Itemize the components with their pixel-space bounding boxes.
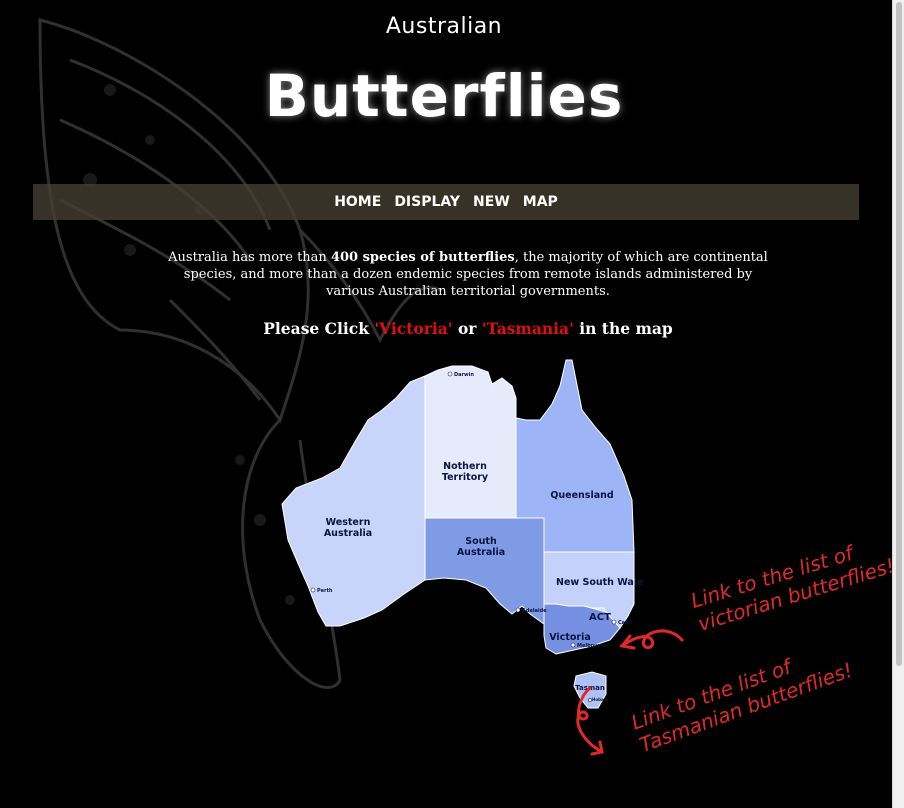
city-dot-melbourne bbox=[570, 642, 576, 648]
map-region-northern-territory[interactable] bbox=[424, 365, 517, 519]
main-nav: HOME DISPLAY NEW MAP bbox=[33, 184, 859, 220]
tasmania-arrowhead bbox=[590, 740, 604, 756]
label-tas: Tasman bbox=[575, 684, 605, 692]
city-adelaide: Adelaide bbox=[522, 608, 547, 614]
intro-text-bold: 400 species of butterflies bbox=[330, 250, 515, 265]
city-dot-adelaide bbox=[515, 607, 521, 613]
nav-map-link[interactable]: MAP bbox=[523, 194, 558, 210]
label-wa-line2: Australia bbox=[324, 528, 372, 539]
tasmania-text-link[interactable]: 'Tasmania' bbox=[482, 319, 574, 338]
intro-text-start: Australia has more than bbox=[168, 250, 331, 265]
nav-new-link[interactable]: NEW bbox=[473, 194, 510, 210]
label-nt-line1: Nothern bbox=[443, 461, 487, 472]
instruction-middle: or bbox=[452, 319, 482, 338]
label-nt-line2: Territory bbox=[442, 472, 489, 483]
victoria-annotation: Link to the list of victorian butterflie… bbox=[688, 530, 897, 636]
site-title-small: Australian bbox=[385, 14, 503, 39]
label-qld: Queensland bbox=[550, 490, 613, 501]
label-vic: Victoria bbox=[549, 632, 591, 643]
label-nsw: New South Wale bbox=[556, 577, 643, 588]
label-act: ACT bbox=[589, 612, 611, 623]
label-wa-line1: Western bbox=[326, 517, 371, 528]
map-instruction: Please Click 'Victoria' or 'Tasmania' in… bbox=[0, 319, 904, 338]
city-dot-darwin bbox=[447, 371, 453, 377]
victoria-text-link[interactable]: 'Victoria' bbox=[374, 319, 452, 338]
australia-map: Western Australia Nothern Territory Quee… bbox=[281, 359, 643, 709]
site-title-big: Butterflies bbox=[264, 62, 624, 130]
city-dot-perth bbox=[310, 587, 316, 593]
city-perth: Perth bbox=[317, 588, 333, 594]
city-hobart: Hobart bbox=[592, 697, 608, 702]
label-sa-line2: Australia bbox=[457, 547, 505, 558]
instruction-prefix: Please Click bbox=[263, 319, 375, 338]
city-darwin: Darwin bbox=[454, 372, 474, 378]
vertical-scrollbar[interactable] bbox=[892, 0, 904, 808]
city-dot-canberra bbox=[611, 619, 617, 625]
tasmania-annotation: Link to the list of Tasmanian butterflie… bbox=[628, 635, 856, 758]
instruction-suffix: in the map bbox=[573, 319, 673, 338]
intro-paragraph: Australia has more than 400 species of b… bbox=[160, 249, 776, 300]
map-region-western-australia[interactable] bbox=[281, 375, 426, 627]
city-melbourne: Melbourne bbox=[577, 643, 608, 649]
label-sa-line1: South bbox=[465, 536, 497, 547]
nav-display-link[interactable]: DISPLAY bbox=[394, 194, 460, 210]
nav-home-link[interactable]: HOME bbox=[334, 194, 381, 210]
city-canberra: Canb bbox=[618, 620, 633, 626]
